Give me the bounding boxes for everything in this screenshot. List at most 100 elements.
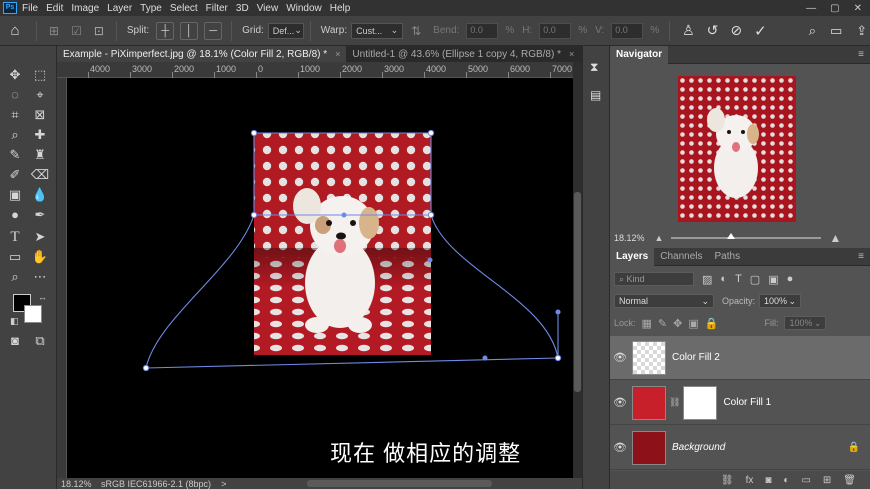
history-panel-icon[interactable]: ⧗ [590,60,598,75]
filter-smart-icon[interactable]: ▣ [768,273,778,286]
split-vertical-button[interactable]: │ [180,21,199,40]
layer-name[interactable]: Background [672,442,725,453]
move-tool-icon[interactable]: ✥ [5,66,25,84]
tab-paths[interactable]: Paths [709,248,747,266]
filter-shape-icon[interactable]: ▢ [750,273,760,286]
background-color-swatch[interactable] [24,305,42,323]
menu-window[interactable]: Window [286,3,322,14]
default-colors-icon[interactable]: ◧ [10,316,19,327]
canvas[interactable] [67,78,573,478]
menu-type[interactable]: Type [140,3,162,14]
swap-colors-icon[interactable]: ↔ [38,292,47,302]
panel-menu-icon[interactable]: ≡ [858,251,864,262]
adjustment-layer-icon[interactable]: ◐ [783,475,789,486]
grid-dropdown[interactable]: Def... ⌄ [267,22,304,39]
menu-select[interactable]: Select [170,3,198,14]
dodge-tool-icon[interactable]: ● [5,206,25,224]
puppet-icon[interactable]: ♙ [682,22,695,39]
layer-row-color-fill-1[interactable]: 👁 ⛓ Color Fill 1 [610,381,870,425]
filter-kind-dropdown[interactable]: ⌕ Kind [614,272,694,286]
lock-pixels-icon[interactable]: ▦ [642,317,652,330]
commit-transform-icon[interactable]: ✓ [754,22,767,40]
navigator-zoom-value[interactable]: 18.12% [614,233,645,243]
warp-orientation-icon[interactable]: ⇅ [411,24,421,38]
tab-example[interactable]: Example - PiXimperfect.jpg @ 18.1% (Colo… [57,46,347,62]
panel-menu-icon[interactable]: ≡ [858,49,864,60]
visibility-eye-icon[interactable]: 👁 [610,396,630,409]
v-input[interactable]: 0.0 [611,22,644,39]
workspace-icon[interactable]: ▭ [830,23,842,39]
navigator-slider-thumb[interactable] [727,233,736,239]
lock-position-icon[interactable]: ✥ [673,317,682,330]
tab-close-icon[interactable]: × [569,49,574,59]
blend-mode-dropdown[interactable]: Normal ⌄ [614,294,714,308]
menu-file[interactable]: File [22,3,38,14]
stamp-tool-icon[interactable]: ♜ [30,146,50,164]
lasso-tool-icon[interactable]: ◌ [5,86,25,104]
link-icon[interactable]: ⛓ [669,397,680,408]
zoom-tool-icon[interactable]: ⌕ [5,268,25,286]
warp-dropdown[interactable]: Cust... ⌄ [351,22,404,39]
vertical-scrollbar[interactable] [573,62,582,478]
undo-icon[interactable]: ↺ [707,22,719,39]
pen-tool-icon[interactable]: ✒ [30,206,50,224]
filter-toggle-icon[interactable]: ● [787,273,794,285]
lock-artboard-icon[interactable]: ▣ [688,317,698,330]
status-zoom[interactable]: 18.12% [61,479,93,489]
zoom-in-icon[interactable]: ▲ [829,231,841,245]
reference-point-icon[interactable]: ⊞ [49,24,59,38]
path-select-tool-icon[interactable]: ➤ [30,228,50,246]
maximize-icon[interactable]: ▢ [830,3,839,14]
new-group-icon[interactable]: ▭ [801,475,810,486]
transform-grid-icon[interactable]: ⊡ [94,24,104,38]
filter-type-icon[interactable]: T [735,273,742,285]
h-input[interactable]: 0.0 [539,22,572,39]
gradient-tool-icon[interactable]: ▣ [5,186,25,204]
tab-layers[interactable]: Layers [610,247,655,266]
tab-navigator[interactable]: Navigator [610,45,669,64]
vertical-ruler[interactable] [57,78,67,478]
menu-view[interactable]: View [257,3,279,14]
close-window-icon[interactable]: ✕ [854,3,862,14]
shape-tool-icon[interactable]: ▭ [5,248,25,266]
layer-name[interactable]: Color Fill 1 [723,397,771,408]
filter-adjustment-icon[interactable]: ◐ [720,273,727,285]
search-icon[interactable]: ⌕ [809,23,816,39]
tab-untitled[interactable]: Untitled-1 @ 43.6% (Ellipse 1 copy 4, RG… [346,46,580,62]
bend-input[interactable]: 0.0 [466,22,499,39]
properties-panel-icon[interactable]: ▤ [590,88,601,102]
brush-tool-icon[interactable]: ✎ [5,146,25,164]
navigator-zoom-slider[interactable] [671,233,822,239]
frame-tool-icon[interactable]: ⊠ [30,106,50,124]
checkbox-icon[interactable]: ☑ [71,24,82,38]
minimize-icon[interactable]: — [806,3,816,14]
horizontal-scroll-thumb[interactable] [307,480,492,487]
history-brush-tool-icon[interactable]: ✐ [5,166,25,184]
horizontal-ruler[interactable]: 4000 3000 2000 1000 0 1000 2000 3000 4000 5000 600… [57,62,573,78]
lock-paint-icon[interactable]: ✎ [658,317,667,330]
fill-input[interactable]: 100% ⌄ [784,316,827,330]
more-tools-icon[interactable]: ⋯ [30,268,50,286]
cancel-transform-icon[interactable]: ⊘ [730,22,742,39]
layer-name[interactable]: Color Fill 2 [672,352,720,363]
type-tool-icon[interactable]: T [5,228,25,246]
zoom-out-icon[interactable]: ▲ [655,233,664,243]
status-arrow-icon[interactable]: > [221,479,226,489]
hand-tool-icon[interactable]: ✋ [30,248,50,266]
vertical-scroll-thumb[interactable] [574,192,581,392]
visibility-eye-icon[interactable]: 👁 [610,351,630,364]
menu-layer[interactable]: Layer [107,3,132,14]
visibility-eye-icon[interactable]: 👁 [610,441,630,454]
menu-help[interactable]: Help [330,3,351,14]
share-icon[interactable]: ⇪ [856,23,867,39]
home-icon[interactable]: ⌂ [0,22,30,39]
split-cross-button[interactable]: ┼ [156,21,175,40]
layer-row-color-fill-2[interactable]: 👁 Color Fill 2 [610,336,870,380]
add-mask-icon[interactable]: ◙ [765,475,771,486]
quick-mask-icon[interactable]: ◙ [5,332,25,350]
tab-channels[interactable]: Channels [654,248,708,266]
marquee-tool-icon[interactable]: ⬚ [30,66,50,84]
crop-tool-icon[interactable]: ⌗ [5,106,25,124]
blur-tool-icon[interactable]: 💧 [30,186,50,204]
navigator-thumbnail[interactable] [678,76,796,222]
